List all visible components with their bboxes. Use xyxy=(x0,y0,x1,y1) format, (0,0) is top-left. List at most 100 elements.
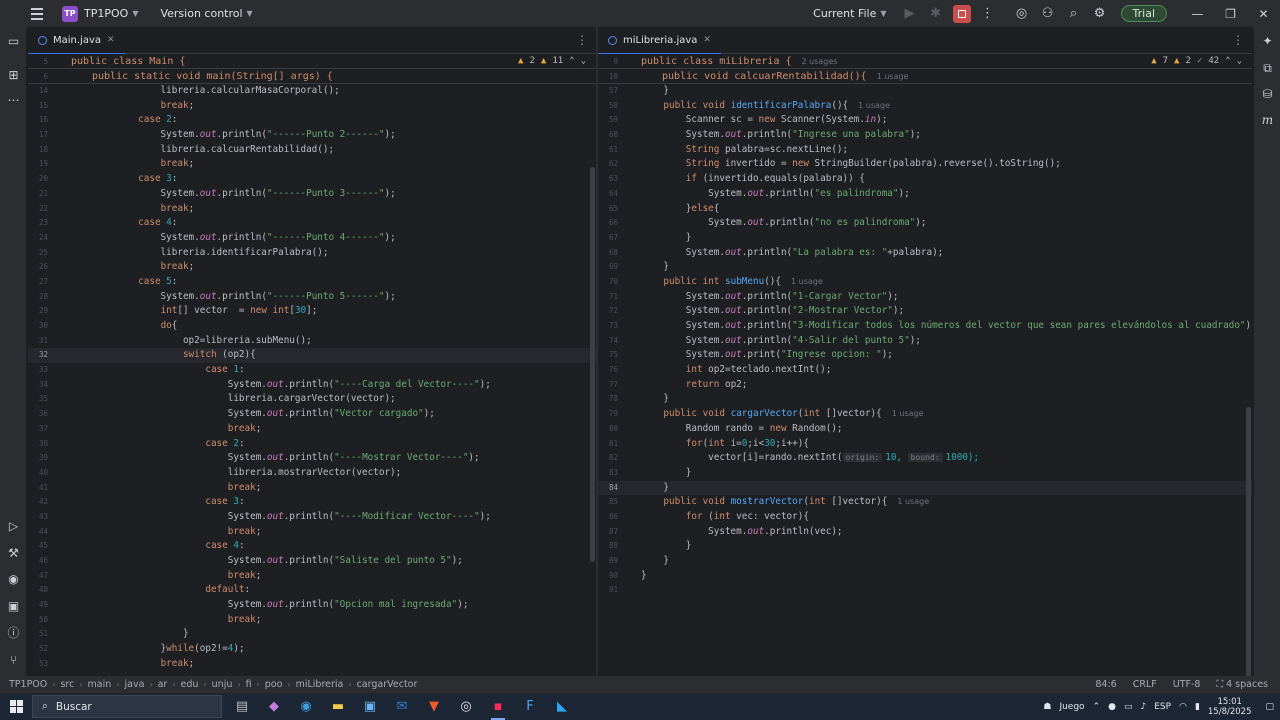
line-number[interactable]: 60 xyxy=(598,128,618,143)
line-number[interactable]: 76 xyxy=(598,363,618,378)
breadcrumb-item[interactable]: cargarVector xyxy=(357,679,418,690)
code-line[interactable]: 77 return op2; xyxy=(598,378,1252,393)
line-number[interactable]: 61 xyxy=(598,143,618,158)
code-line[interactable]: 73 System.out.println("3-Modificar todos… xyxy=(598,319,1252,334)
breadcrumb-item[interactable]: ar xyxy=(158,679,168,690)
inspections-widget[interactable]: ▲ 7 ▲ 2 ✓ 42 ⌃ ⌄ xyxy=(1151,56,1242,66)
line-number[interactable]: 62 xyxy=(598,157,618,172)
code-line[interactable]: 80 Random rando = new Random(); xyxy=(598,422,1252,437)
taskbar-search[interactable]: ⌕ Buscar xyxy=(32,695,222,718)
line-number[interactable]: 21 xyxy=(28,187,48,202)
code-line[interactable]: 65 }else{ xyxy=(598,202,1252,217)
code-line[interactable]: 41 break; xyxy=(28,481,596,496)
clock[interactable]: 15:01 15/8/2025 xyxy=(1208,697,1252,717)
run-config-selector[interactable]: Current File ▼ xyxy=(813,7,886,20)
code-line[interactable]: 66 System.out.println("no es palindroma"… xyxy=(598,216,1252,231)
tab-milibreria-java[interactable]: miLibreria.java ✕ xyxy=(598,27,721,55)
more-icon[interactable]: ⋮ xyxy=(1232,33,1244,47)
line-number[interactable]: 27 xyxy=(28,275,48,290)
code-line[interactable]: 72 System.out.println("2-Mostrar Vector"… xyxy=(598,304,1252,319)
vcs-selector[interactable]: Version control ▼ xyxy=(160,7,252,20)
code-line[interactable]: 69 } xyxy=(598,260,1252,275)
line-number[interactable]: 14 xyxy=(28,84,48,99)
line-number[interactable]: 83 xyxy=(598,466,618,481)
more-icon[interactable]: ⋮ xyxy=(576,33,588,47)
code-line[interactable]: 20 case 3: xyxy=(28,172,596,187)
stop-button[interactable] xyxy=(952,4,971,23)
close-tab-icon[interactable]: ✕ xyxy=(107,35,115,45)
debug-icon[interactable]: ✱ xyxy=(923,0,949,27)
code-line[interactable]: 91 xyxy=(598,583,1252,598)
line-number[interactable]: 86 xyxy=(598,510,618,525)
more-actions-icon[interactable]: ⋮ xyxy=(975,0,1001,27)
breadcrumb-item[interactable]: fi xyxy=(246,679,252,690)
app-f-icon[interactable]: F xyxy=(514,693,546,720)
copilot-app-icon[interactable]: ◆ xyxy=(258,693,290,720)
code-line[interactable]: 39 System.out.println("----Mostrar Vecto… xyxy=(28,451,596,466)
line-number[interactable]: 34 xyxy=(28,378,48,393)
terminal-icon[interactable]: ▣ xyxy=(6,599,21,614)
line-number[interactable]: 47 xyxy=(28,569,48,584)
scrollbar[interactable] xyxy=(590,167,595,562)
project-selector[interactable]: TP1POO ▼ xyxy=(84,7,138,20)
line-number[interactable]: 57 xyxy=(598,84,618,99)
code-line[interactable]: 82 vector[i]=rando.nextInt(origin: 10, bo… xyxy=(598,451,1252,466)
line-number[interactable]: 31 xyxy=(28,334,48,349)
start-button[interactable] xyxy=(0,693,32,720)
battery-icon[interactable]: ▮ xyxy=(1195,702,1200,712)
code-line[interactable]: 27 case 5: xyxy=(28,275,596,290)
store-icon[interactable]: ▣ xyxy=(354,693,386,720)
line-number[interactable]: 73 xyxy=(598,319,618,334)
code-line[interactable]: 24 System.out.println("------Punto 4----… xyxy=(28,231,596,246)
line-number[interactable]: 74 xyxy=(598,334,618,349)
code-line[interactable]: 25 libreria.identificarPalabra(); xyxy=(28,246,596,261)
widget-label[interactable]: Juego xyxy=(1059,702,1084,712)
brave-icon[interactable]: ▼ xyxy=(418,693,450,720)
code-line[interactable]: 64 System.out.println("es palindroma"); xyxy=(598,187,1252,202)
code-line[interactable]: 78 } xyxy=(598,392,1252,407)
code-line[interactable]: 35 libreria.cargarVector(vector); xyxy=(28,392,596,407)
code-line[interactable]: 34 System.out.println("----Carga del Vec… xyxy=(28,378,596,393)
code-line[interactable]: 21 System.out.println("------Punto 3----… xyxy=(28,187,596,202)
line-number[interactable]: 24 xyxy=(28,231,48,246)
line-number[interactable]: 40 xyxy=(28,466,48,481)
line-number[interactable]: 68 xyxy=(598,246,618,261)
line-number[interactable]: 48 xyxy=(28,583,48,598)
ai-assistant-icon[interactable]: ◎ xyxy=(1009,0,1035,27)
code-line[interactable]: 67 } xyxy=(598,231,1252,246)
code-line[interactable]: 44 break; xyxy=(28,525,596,540)
code-area[interactable]: 14 libreria.calcularMasaCorporal(); 15 br… xyxy=(28,84,596,672)
code-line[interactable]: 31 op2=libreria.subMenu(); xyxy=(28,334,596,349)
vscode-icon[interactable]: ◣ xyxy=(546,693,578,720)
edge-icon[interactable]: ◉ xyxy=(290,693,322,720)
search-icon[interactable]: ⌕ xyxy=(1061,0,1087,27)
line-number[interactable]: 15 xyxy=(28,99,48,114)
code-line[interactable]: 43 System.out.println("----Modificar Vec… xyxy=(28,510,596,525)
folder-icon[interactable]: ▭ xyxy=(6,34,21,49)
task-view-icon[interactable]: ▤ xyxy=(226,693,258,720)
line-number[interactable]: 33 xyxy=(28,363,48,378)
line-number[interactable]: 32 xyxy=(28,348,48,363)
file-explorer-icon[interactable]: ▬ xyxy=(322,693,354,720)
code-line[interactable]: 63 if (invertido.equals(palabra)) { xyxy=(598,172,1252,187)
code-line[interactable]: 33 case 1: xyxy=(28,363,596,378)
code-line[interactable]: 53 break; xyxy=(28,657,596,672)
line-number[interactable]: 37 xyxy=(28,422,48,437)
line-number[interactable]: 25 xyxy=(28,246,48,261)
line-number[interactable]: 16 xyxy=(28,113,48,128)
line-number[interactable]: 36 xyxy=(28,407,48,422)
code-line[interactable]: 45 case 4: xyxy=(28,539,596,554)
line-number[interactable]: 45 xyxy=(28,539,48,554)
chrome-icon[interactable]: ◎ xyxy=(450,693,482,720)
line-number[interactable]: 19 xyxy=(28,157,48,172)
problems-icon[interactable]: ⓘ xyxy=(6,626,21,641)
chevron-down-icon[interactable]: ⌄ xyxy=(581,56,586,66)
git-icon[interactable]: ⑂ xyxy=(6,653,21,668)
line-number[interactable]: 77 xyxy=(598,378,618,393)
line-separator[interactable]: CRLF xyxy=(1133,679,1157,690)
code-line[interactable]: 83 } xyxy=(598,466,1252,481)
line-number[interactable]: 85 xyxy=(598,495,618,510)
trial-button[interactable]: Trial xyxy=(1120,5,1167,22)
line-number[interactable]: 42 xyxy=(28,495,48,510)
code-line[interactable]: 29 int[] vector = new int[30]; xyxy=(28,304,596,319)
